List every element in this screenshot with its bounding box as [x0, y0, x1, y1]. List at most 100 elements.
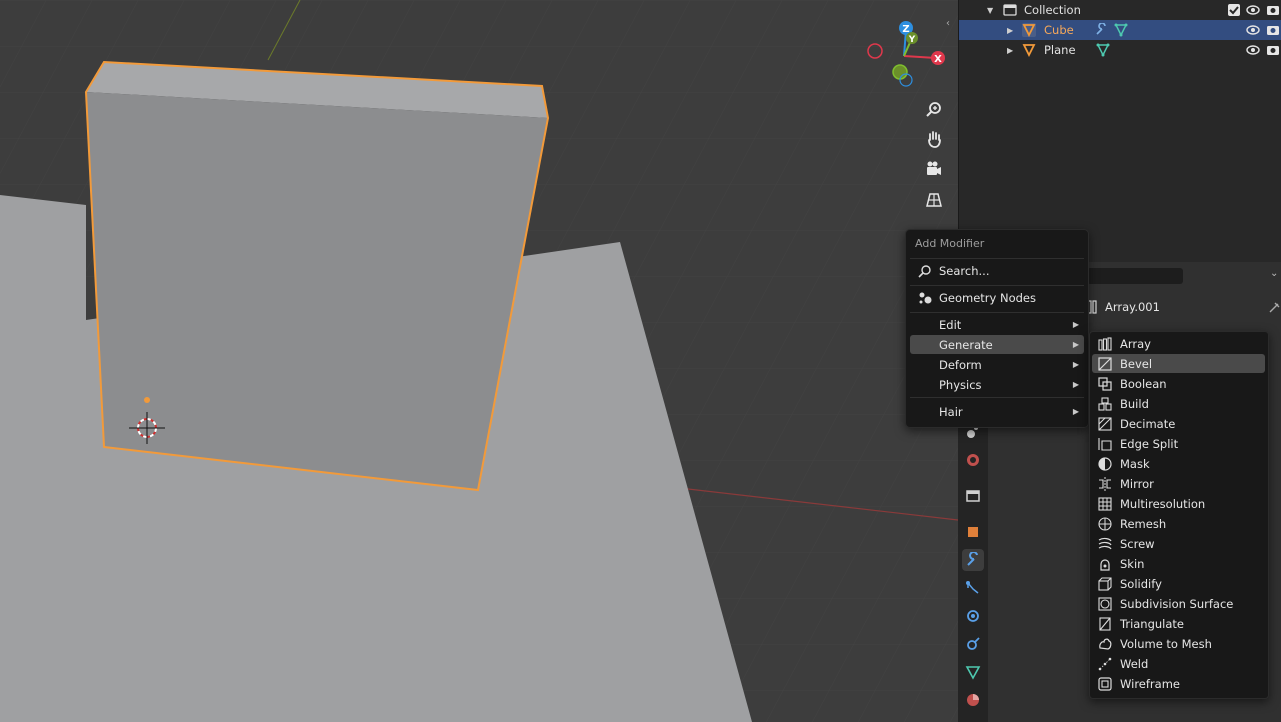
menu-search-item[interactable]: Search... [910, 261, 1084, 280]
wrench-icon[interactable] [1094, 23, 1108, 37]
menu-item-skin[interactable]: Skin [1092, 554, 1265, 573]
menu-item-wireframe[interactable]: Wireframe [1092, 674, 1265, 693]
mesh-object-icon [1022, 23, 1036, 37]
menu-item-solidify[interactable]: Solidify [1092, 574, 1265, 593]
menu-item-edge-split[interactable]: Edge Split [1092, 434, 1265, 453]
menu-item-label: Decimate [1120, 416, 1176, 431]
submenu-arrow-icon: ▶ [1072, 340, 1079, 349]
eye-icon[interactable] [1246, 3, 1260, 17]
tab-data-constraints-icon[interactable] [962, 633, 984, 655]
menu-item-bevel[interactable]: Bevel [1092, 354, 1265, 373]
submenu-arrow-icon: ▶ [1072, 380, 1079, 389]
tab-material-icon[interactable] [962, 689, 984, 711]
chevron-down-icon[interactable]: ⌄ [1270, 268, 1278, 279]
perspective-grid-icon[interactable] [921, 187, 947, 213]
3d-viewport[interactable]: Z Y X ‹ [0, 0, 958, 722]
menu-item-mask[interactable]: Mask [1092, 454, 1265, 473]
submenu-arrow-icon: ▶ [1072, 320, 1079, 329]
menu-item-label: Remesh [1120, 516, 1167, 531]
menu-item-label: Physics [939, 377, 982, 392]
pan-hand-icon[interactable] [921, 126, 947, 152]
pin-icon[interactable] [1268, 300, 1281, 314]
outliner-row-plane[interactable]: ▶ Plane [959, 40, 1281, 60]
menu-item-hair[interactable]: Hair ▶ [910, 402, 1084, 421]
mesh-data-icon[interactable] [1096, 43, 1110, 57]
menu-item-decimate[interactable]: Decimate [1092, 414, 1265, 433]
menu-item-screw[interactable]: Screw [1092, 534, 1265, 553]
menu-item-label: Weld [1120, 656, 1149, 671]
menu-item-triangulate[interactable]: Triangulate [1092, 614, 1265, 633]
menu-item-mirror[interactable]: Mirror [1092, 474, 1265, 493]
menu-item-label: Build [1120, 396, 1149, 411]
menu-item-label: Array [1120, 336, 1151, 351]
submenu-arrow-icon: ▶ [1072, 407, 1079, 416]
menu-item-label: Edit [939, 317, 962, 332]
camera-render-icon[interactable] [1266, 23, 1280, 37]
tab-modifiers-icon[interactable] [962, 549, 984, 571]
tab-collection-icon[interactable] [962, 485, 984, 507]
array-icon [1098, 336, 1112, 351]
menu-item-label: Boolean [1120, 376, 1167, 391]
menu-title: Add Modifier [915, 237, 985, 250]
menu-item-remesh[interactable]: Remesh [1092, 514, 1265, 533]
tab-physics-icon[interactable] [962, 577, 984, 599]
boolean-icon [1098, 376, 1112, 391]
viewport-scene[interactable] [0, 0, 958, 722]
tab-world-icon[interactable] [962, 449, 984, 471]
properties-search-field[interactable] [1087, 268, 1183, 284]
zoom-icon[interactable] [921, 96, 947, 122]
edge-split-icon [1098, 437, 1112, 451]
camera-render-icon[interactable] [1266, 43, 1280, 57]
menu-item-volume-to-mesh[interactable]: Volume to Mesh [1092, 634, 1265, 653]
gizmo-y-label: Y [908, 35, 916, 45]
subsurf-icon [1098, 596, 1112, 611]
menu-item-weld[interactable]: Weld [1092, 654, 1265, 673]
tab-constraints-icon[interactable] [962, 605, 984, 627]
gizmo-x-label: X [934, 54, 942, 65]
checkbox-icon[interactable] [1227, 3, 1241, 17]
weld-icon [1098, 657, 1112, 670]
menu-item-label: Skin [1120, 556, 1145, 571]
menu-item-label: Edge Split [1120, 436, 1179, 451]
menu-item-label: Volume to Mesh [1120, 636, 1212, 651]
object-origin [144, 397, 150, 403]
expand-arrow-icon[interactable]: ▶ [1007, 26, 1013, 35]
eye-icon[interactable] [1246, 23, 1260, 37]
outliner-label: Collection [1024, 3, 1081, 17]
menu-item-edit[interactable]: Edit ▶ [910, 315, 1084, 334]
camera-view-icon[interactable] [921, 156, 947, 182]
menu-item-geometry-nodes[interactable]: Geometry Nodes [910, 288, 1084, 307]
submenu-arrow-icon: ▶ [1072, 360, 1079, 369]
expand-arrow-icon[interactable]: ▶ [1007, 46, 1013, 55]
menu-item-subdivision-surface[interactable]: Subdivision Surface [1092, 594, 1265, 613]
screw-icon [1098, 537, 1112, 549]
camera-render-icon[interactable] [1266, 3, 1280, 17]
menu-item-label: Search... [939, 263, 990, 278]
tab-mesh-data-icon[interactable] [962, 661, 984, 683]
menu-item-label: Deform [939, 357, 982, 372]
build-icon [1098, 396, 1112, 411]
menu-item-deform[interactable]: Deform ▶ [910, 355, 1084, 374]
menu-item-array[interactable]: Array [1092, 334, 1265, 353]
menu-item-physics[interactable]: Physics ▶ [910, 375, 1084, 394]
mesh-data-icon[interactable] [1114, 23, 1128, 37]
collapse-sidebar-icon[interactable]: ‹ [946, 18, 950, 29]
navigation-gizmo[interactable]: Z Y X [862, 16, 952, 94]
menu-item-multiresolution[interactable]: Multiresolution [1092, 494, 1265, 513]
collection-icon [1003, 4, 1017, 16]
solidify-icon [1098, 576, 1112, 591]
menu-item-generate[interactable]: Generate ▶ [910, 335, 1084, 354]
eye-icon[interactable] [1246, 43, 1260, 57]
expand-arrow-icon[interactable]: ▼ [987, 6, 993, 15]
tab-object-icon[interactable] [962, 521, 984, 543]
outliner-panel: ▼ Collection ▶ Cube ▶ Plane [958, 0, 1281, 262]
menu-item-label: Multiresolution [1120, 496, 1206, 511]
menu-item-label: Mask [1120, 456, 1150, 471]
outliner-row-cube[interactable]: ▶ Cube [959, 20, 1281, 40]
menu-item-build[interactable]: Build [1092, 394, 1265, 413]
menu-item-label: Hair [939, 404, 963, 419]
menu-item-boolean[interactable]: Boolean [1092, 374, 1265, 393]
menu-item-label: Screw [1120, 536, 1155, 551]
outliner-row-collection[interactable]: ▼ Collection [959, 0, 1281, 20]
skin-icon [1100, 558, 1110, 571]
